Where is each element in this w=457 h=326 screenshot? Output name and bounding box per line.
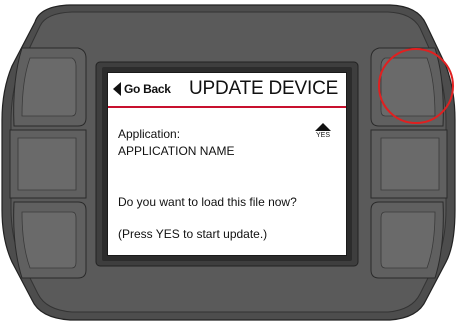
right-upper-soft-key[interactable] (370, 47, 444, 127)
application-label: Application: (118, 127, 181, 141)
update-instruction: (Press YES to start update.) (118, 227, 268, 241)
confirm-question: Do you want to load this file now? (118, 195, 297, 209)
go-back-button[interactable]: Go Back (113, 79, 171, 99)
triangle-left-icon (113, 82, 121, 96)
yes-label: YES (315, 132, 330, 139)
application-name: APPLICATION NAME (118, 144, 235, 158)
screen-title: UPDATE DEVICE (189, 78, 339, 99)
triangle-up-icon (315, 123, 331, 131)
yes-indicator[interactable]: YES (309, 123, 337, 139)
title-divider (108, 106, 346, 108)
screen-header: Go Back UPDATE DEVICE (108, 73, 346, 104)
left-lower-soft-key[interactable] (13, 201, 87, 279)
go-back-label: Go Back (124, 82, 171, 96)
left-upper-soft-key[interactable] (13, 47, 87, 127)
right-middle-soft-key[interactable] (370, 129, 448, 199)
left-middle-soft-key[interactable] (9, 129, 87, 199)
device-screen: Go Back UPDATE DEVICE Application: APPLI… (107, 72, 347, 256)
right-lower-soft-key[interactable] (370, 201, 444, 279)
